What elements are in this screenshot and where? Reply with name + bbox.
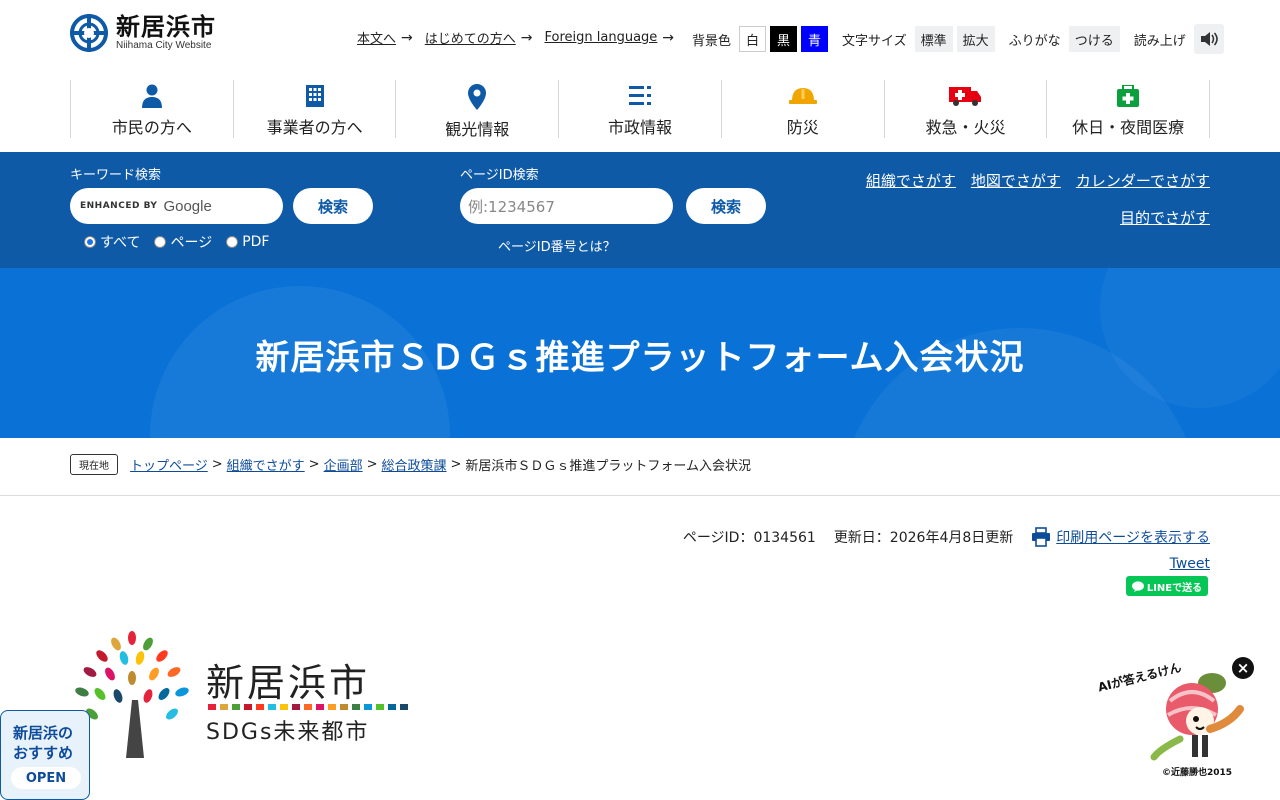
close-icon[interactable]: × (1232, 657, 1254, 679)
mascot-character-icon (1150, 673, 1244, 761)
radio-page[interactable]: ページ (154, 232, 212, 252)
nav-city-admin[interactable]: 市政情報 (558, 80, 721, 138)
font-standard-button[interactable]: 標準 (914, 26, 953, 52)
mascot-copyright: ©近藤勝也2015 (1162, 768, 1233, 778)
find-links: 組織でさがす 地図でさがす カレンダーでさがす 目的でさがす (851, 170, 1210, 244)
breadcrumb-link-policy[interactable]: 総合政策課 (382, 455, 447, 474)
page-id-input[interactable]: 例:1234567 (460, 188, 673, 224)
breadcrumb-current: 新居浜市ＳＤＧｓ推進プラットフォーム入会状況 (465, 459, 752, 474)
header-links: 本文へ → はじめての方へ → Foreign language → (357, 28, 686, 48)
font-large-button[interactable]: 拡大 (956, 26, 995, 52)
furigana-button[interactable]: つける (1068, 26, 1120, 52)
map-pin-icon (468, 84, 487, 110)
print-page-link[interactable]: 印刷用ページを表示する (1031, 527, 1210, 547)
page-info: ページID：0134561 更新日：2026年4月8日更新 印刷用ページを表示す… (683, 527, 1210, 547)
recommend-open-button[interactable]: OPEN (11, 767, 81, 789)
page-title-banner: 新居浜市ＳＤＧｓ推進プラットフォーム入会状況 (0, 268, 1280, 438)
arrow-right-icon: → (401, 29, 413, 46)
page-title: 新居浜市ＳＤＧｓ推進プラットフォーム入会状況 (255, 338, 1025, 378)
search-scope-radios: すべて ページ PDF (84, 232, 283, 252)
breadcrumb: 現在地 トップページ > 組織でさがす > 企画部 > 総合政策課 > 新居浜市… (70, 454, 751, 475)
sdgs-logo-title: 新居浜市 (206, 661, 371, 705)
nav-emergency-fire[interactable]: 救急・火災 (883, 80, 1047, 138)
bg-color-label: 背景色 (692, 33, 732, 49)
read-aloud-label: 読み上げ (1133, 33, 1186, 49)
speaker-icon[interactable] (1193, 24, 1224, 54)
site-header: 新居浜市 Niihama City Website 本文へ → はじめての方へ … (0, 0, 1280, 76)
skip-to-content-link[interactable]: 本文へ → (357, 28, 413, 48)
keyword-search-button[interactable]: 検索 (293, 188, 373, 224)
printer-icon (1032, 527, 1051, 547)
page-id-search-button[interactable]: 検索 (686, 188, 766, 224)
list-icon (629, 84, 652, 108)
site-subtitle: Niihama City Website (116, 40, 212, 51)
page-id-help-link[interactable]: ページID番号とは？ (498, 236, 616, 255)
bg-black-button[interactable]: 黒 (770, 26, 798, 52)
tweet-link[interactable]: Tweet (1170, 556, 1210, 572)
nav-label: 観光情報 (445, 120, 510, 139)
line-share-button[interactable]: LINEで送る (1126, 576, 1208, 596)
site-logo[interactable]: 新居浜市 Niihama City Website (70, 14, 216, 52)
find-by-calendar-link[interactable]: カレンダーでさがす (1076, 170, 1210, 191)
divider (0, 495, 1280, 496)
line-icon (1131, 580, 1144, 592)
bg-white-button[interactable]: 白 (739, 26, 767, 52)
city-emblem-icon (70, 14, 108, 52)
google-enhanced-label: ENHANCED BY (80, 201, 158, 211)
page-id-search-label: ページID検索 (460, 168, 539, 183)
nav-label: 防災 (786, 118, 819, 137)
nav-label: 救急・火災 (925, 118, 1006, 137)
keyword-search-label: キーワード検索 (70, 168, 162, 183)
current-location-badge: 現在地 (70, 454, 118, 475)
sdgs-logo-subtitle: SDGs未来都市 (206, 720, 370, 745)
keyword-search-input[interactable]: ENHANCED BY Google (70, 188, 283, 224)
breadcrumb-link-organization[interactable]: 組織でさがす (227, 455, 305, 474)
nav-citizens[interactable]: 市民の方へ (70, 80, 233, 138)
arrow-right-icon: → (662, 29, 675, 46)
first-time-visitors-link[interactable]: はじめての方へ → (425, 28, 533, 48)
breadcrumb-link-top[interactable]: トップページ (130, 455, 208, 474)
nav-label: 休日・夜間医療 (1072, 118, 1185, 137)
accessibility-tools: 背景色 白 黒 青 文字サイズ 標準 拡大 ふりがな つける 読み上げ (692, 24, 1224, 54)
nav-tourism[interactable]: 観光情報 (395, 80, 558, 139)
ai-chatbot-widget[interactable]: AIが答えるけん ©近藤勝也2015 × (1090, 655, 1255, 780)
find-by-map-link[interactable]: 地図でさがす (971, 170, 1061, 191)
global-nav: 市民の方へ 事業者の方へ 観光情報 市政情報 防災 救急・火災 休日・夜間医療 (70, 80, 1211, 139)
find-by-purpose-link[interactable]: 目的でさがす (1120, 207, 1210, 228)
page-id: ページID：0134561 (682, 530, 816, 546)
furigana-label: ふりがな (1008, 33, 1061, 49)
search-band: キーワード検索 ENHANCED BY Google 検索 すべて ページ PD… (0, 152, 1280, 268)
sdgs-future-city-logo: 新居浜市 SDGs未来都市 (70, 630, 408, 760)
breadcrumb-link-planning[interactable]: 企画部 (324, 455, 363, 474)
nav-label: 事業者の方へ (266, 118, 363, 137)
google-logo: Google (163, 197, 212, 215)
radio-pdf[interactable]: PDF (226, 234, 269, 250)
building-icon (305, 84, 324, 108)
find-by-organization-link[interactable]: 組織でさがす (866, 170, 956, 191)
nav-business[interactable]: 事業者の方へ (232, 80, 396, 138)
nav-label: 市政情報 (608, 118, 673, 137)
sdgs-color-strip (208, 704, 412, 710)
site-title: 新居浜市 (116, 13, 216, 41)
radio-all[interactable]: すべて (84, 232, 140, 252)
nav-label: 市民の方へ (111, 118, 192, 137)
bg-blue-button[interactable]: 青 (801, 26, 829, 52)
font-size-label: 文字サイズ (842, 33, 907, 49)
nav-holiday-night-medical[interactable]: 休日・夜間医療 (1046, 80, 1211, 138)
first-aid-icon (1117, 84, 1140, 108)
ambulance-icon (949, 84, 982, 108)
recommend-panel-button[interactable]: 新居浜の おすすめ OPEN (0, 710, 90, 800)
arrow-right-icon: → (520, 29, 533, 46)
nav-disaster-prevention[interactable]: 防災 (720, 80, 884, 138)
person-icon (141, 84, 163, 108)
foreign-language-link[interactable]: Foreign language → (545, 30, 675, 46)
helmet-icon (788, 84, 817, 108)
updated-date: 更新日：2026年4月8日更新 (833, 530, 1014, 546)
